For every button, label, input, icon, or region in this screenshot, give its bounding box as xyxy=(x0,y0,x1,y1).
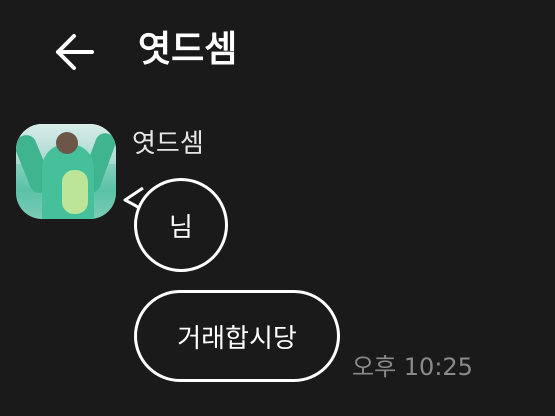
message-text: 거래합시당 xyxy=(177,323,297,354)
chat-header: 엿드셈 xyxy=(0,0,555,100)
avatar[interactable] xyxy=(16,124,116,219)
chat-screen: 엿드셈 엿드셈 님 거래합시당 오후 10:25 xyxy=(0,0,555,416)
chat-title: 엿드셈 xyxy=(138,29,238,70)
message-text: 님 xyxy=(169,212,193,243)
back-button[interactable] xyxy=(48,26,100,78)
message-bubble[interactable]: 님 xyxy=(134,178,228,272)
sender-name: 엿드셈 xyxy=(132,129,204,159)
message-bubble[interactable]: 거래합시당 xyxy=(134,290,340,382)
arrow-left-icon xyxy=(56,34,94,70)
message-timestamp: 오후 10:25 xyxy=(352,353,473,381)
